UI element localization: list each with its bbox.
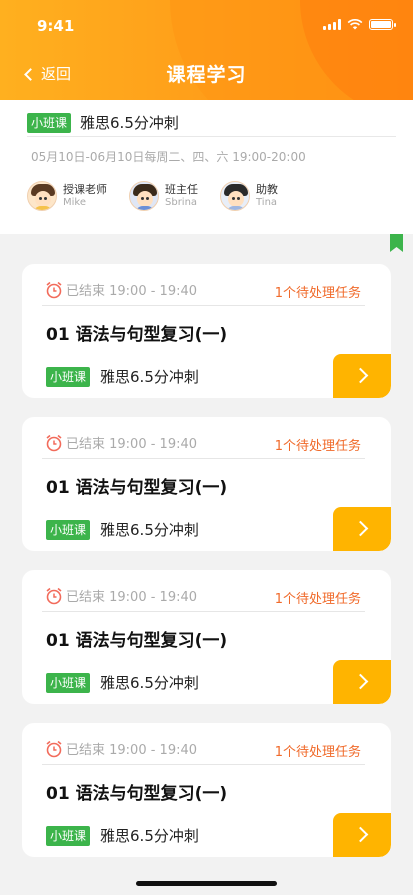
avatar xyxy=(129,181,159,211)
avatar xyxy=(220,181,250,211)
pending-task-link[interactable]: 1个待处理任务 xyxy=(275,741,361,760)
lesson-title: 01 语法与句型复习(一) xyxy=(46,631,228,651)
enter-lesson-button[interactable] xyxy=(333,354,391,398)
bookmark-icon[interactable] xyxy=(390,234,403,252)
staff-head-teacher[interactable]: 班主任 Sbrina xyxy=(129,181,198,211)
staff-role: 授课老师 xyxy=(63,183,107,196)
course-info-panel: 小班课 雅思6.5分冲刺 05月10日-06月10日每周二、四、六 19:00-… xyxy=(0,100,413,234)
lesson-title: 01 语法与句型复习(一) xyxy=(46,325,228,345)
lesson-card[interactable]: 已结束 19:00 - 19:40 1个待处理任务 01 语法与句型复习(一) … xyxy=(22,264,391,398)
home-indicator[interactable] xyxy=(136,881,277,886)
class-type-badge: 小班课 xyxy=(46,519,91,540)
alarm-clock-icon xyxy=(46,281,62,298)
class-type-badge: 小班课 xyxy=(46,366,91,387)
divider xyxy=(42,458,365,459)
battery-icon xyxy=(369,19,396,30)
lesson-status: 已结束 19:00 - 19:40 xyxy=(66,743,198,758)
signal-icon xyxy=(323,19,341,30)
lesson-course-name: 雅思6.5分冲刺 xyxy=(100,521,199,539)
lesson-title: 01 语法与句型复习(一) xyxy=(46,784,228,804)
pending-task-link[interactable]: 1个待处理任务 xyxy=(275,435,361,454)
alarm-clock-icon xyxy=(46,740,62,757)
lesson-status: 已结束 19:00 - 19:40 xyxy=(66,437,198,452)
staff-list: 授课老师 Mike 班主任 Sbrina 助教 Tina xyxy=(27,181,278,211)
staff-role: 班主任 xyxy=(165,183,198,196)
lesson-status: 已结束 19:00 - 19:40 xyxy=(66,284,198,299)
class-type-badge: 小班课 xyxy=(46,825,91,846)
lesson-card[interactable]: 已结束 19:00 - 19:40 1个待处理任务 01 语法与句型复习(一) … xyxy=(22,570,391,704)
staff-name: Mike xyxy=(63,197,86,208)
lesson-title: 01 语法与句型复习(一) xyxy=(46,478,228,498)
staff-name: Sbrina xyxy=(165,197,198,208)
avatar xyxy=(27,181,57,211)
course-name: 雅思6.5分冲刺 xyxy=(80,114,179,132)
wifi-icon xyxy=(347,19,363,30)
pending-task-link[interactable]: 1个待处理任务 xyxy=(275,282,361,301)
staff-teacher[interactable]: 授课老师 Mike xyxy=(27,181,107,211)
lesson-status: 已结束 19:00 - 19:40 xyxy=(66,590,198,605)
nav-bar: 返回 课程学习 xyxy=(0,60,413,88)
divider xyxy=(27,136,396,137)
status-bar: 9:41 xyxy=(0,17,413,37)
lesson-course-name: 雅思6.5分冲刺 xyxy=(100,368,199,386)
class-type-badge: 小班课 xyxy=(46,672,91,693)
alarm-clock-icon xyxy=(46,434,62,451)
status-icons xyxy=(323,19,396,30)
header-bar: 9:41 返回 课程学习 xyxy=(0,0,413,100)
pending-task-link[interactable]: 1个待处理任务 xyxy=(275,588,361,607)
enter-lesson-button[interactable] xyxy=(333,507,391,551)
divider xyxy=(42,764,365,765)
divider xyxy=(42,305,365,306)
course-schedule: 05月10日-06月10日每周二、四、六 19:00-20:00 xyxy=(31,150,306,164)
lesson-course-name: 雅思6.5分冲刺 xyxy=(100,827,199,845)
enter-lesson-button[interactable] xyxy=(333,813,391,857)
course-header: 小班课 雅思6.5分冲刺 xyxy=(27,112,179,133)
status-time: 9:41 xyxy=(37,17,75,35)
staff-role: 助教 xyxy=(256,183,278,196)
lesson-card[interactable]: 已结束 19:00 - 19:40 1个待处理任务 01 语法与句型复习(一) … xyxy=(22,417,391,551)
class-type-badge: 小班课 xyxy=(27,112,72,133)
lesson-course-name: 雅思6.5分冲刺 xyxy=(100,674,199,692)
divider xyxy=(42,611,365,612)
staff-assistant[interactable]: 助教 Tina xyxy=(220,181,278,211)
lesson-card[interactable]: 已结束 19:00 - 19:40 1个待处理任务 01 语法与句型复习(一) … xyxy=(22,723,391,857)
staff-name: Tina xyxy=(256,197,278,208)
alarm-clock-icon xyxy=(46,587,62,604)
enter-lesson-button[interactable] xyxy=(333,660,391,704)
page-title: 课程学习 xyxy=(166,64,247,86)
